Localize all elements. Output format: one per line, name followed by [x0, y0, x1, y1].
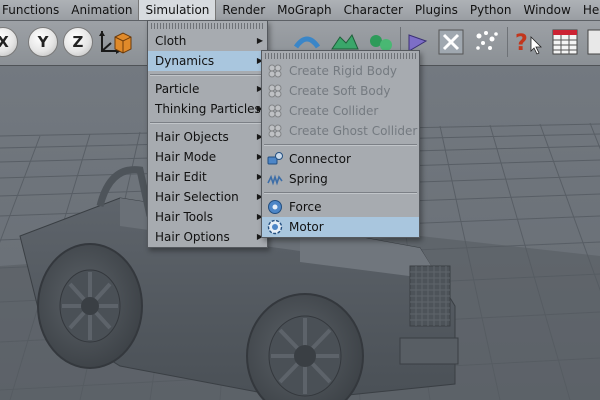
svg-text:?: ? [515, 31, 528, 56]
menu-item-label: Cloth [155, 34, 187, 48]
menu-item-thinking-particles[interactable]: Thinking Particles ▶ [148, 99, 267, 119]
menu-item-motor[interactable]: Motor [262, 217, 419, 237]
cube-icon[interactable] [112, 27, 134, 57]
menu-item-label: Thinking Particles [155, 102, 261, 116]
menu-item-connector[interactable]: Connector [262, 149, 419, 169]
menu-item-create-collider[interactable]: Create Collider [262, 101, 419, 121]
spring-icon [267, 174, 283, 186]
menu-item-label: Spring [289, 172, 328, 186]
dynamics-submenu: Create Rigid Body Create Soft Body Creat… [261, 50, 420, 238]
menu-window[interactable]: Window [518, 0, 577, 20]
menu-item-create-rigid-body[interactable]: Create Rigid Body [262, 61, 419, 81]
connector-icon [267, 152, 283, 165]
menu-item-hair-edit[interactable]: Hair Edit ▶ [148, 167, 267, 187]
menu-separator [264, 144, 417, 146]
menu-item-label: Hair Tools [155, 210, 214, 224]
menu-item-label: Create Collider [289, 104, 379, 118]
menu-item-label: Hair Options [155, 230, 230, 244]
menu-item-label: Particle [155, 82, 200, 96]
menu-item-create-ghost-collider[interactable]: Create Ghost Collider [262, 121, 419, 141]
menu-item-label: Create Soft Body [289, 84, 391, 98]
wheel-front [37, 243, 143, 369]
soft-body-icon [268, 84, 282, 98]
menu-item-hair-selection[interactable]: Hair Selection ▶ [148, 187, 267, 207]
menu-animation[interactable]: Animation [65, 0, 138, 20]
menu-bar: Functions Animation Simulation Render Mo… [0, 0, 600, 21]
submenu-arrow-icon: ▶ [256, 36, 263, 45]
menu-item-hair-options[interactable]: Hair Options ▶ [148, 227, 267, 247]
help-query-icon[interactable]: ? [512, 27, 542, 57]
menu-separator [264, 192, 417, 194]
rigid-body-icon [268, 64, 282, 78]
motor-icon [267, 219, 283, 235]
menu-item-spring[interactable]: Spring [262, 169, 419, 189]
menu-item-dynamics[interactable]: Dynamics ▶ [148, 51, 267, 71]
menu-item-label: Hair Objects [155, 130, 229, 144]
spreadsheet-icon[interactable] [550, 27, 580, 57]
menu-item-create-soft-body[interactable]: Create Soft Body [262, 81, 419, 101]
menu-render[interactable]: Render [216, 0, 271, 20]
menu-character[interactable]: Character [338, 0, 409, 20]
force-icon [268, 200, 282, 214]
menu-item-particle[interactable]: Particle ▶ [148, 79, 267, 99]
menu-item-hair-objects[interactable]: Hair Objects ▶ [148, 127, 267, 147]
menu-item-hair-tools[interactable]: Hair Tools ▶ [148, 207, 267, 227]
ghost-collider-icon [268, 124, 282, 138]
menu-item-label: Connector [289, 152, 351, 166]
menu-mograph[interactable]: MoGraph [271, 0, 338, 20]
menu-python[interactable]: Python [464, 0, 518, 20]
menu-item-hair-mode[interactable]: Hair Mode ▶ [148, 147, 267, 167]
menu-item-label: Create Ghost Collider [289, 124, 418, 138]
toolbar-divider [507, 27, 508, 57]
menu-separator [150, 74, 265, 76]
menu-item-label: Hair Mode [155, 150, 217, 164]
menu-plugins[interactable]: Plugins [409, 0, 464, 20]
menu-item-label: Motor [289, 220, 324, 234]
collider-icon [268, 104, 282, 118]
menu-separator [150, 122, 265, 124]
particle-emitter-icon[interactable] [472, 27, 502, 57]
z-axis-lock-button[interactable]: Z [63, 27, 93, 57]
menu-item-cloth[interactable]: Cloth ▶ [148, 31, 267, 51]
menu-help[interactable]: Help [577, 0, 600, 20]
window-icon[interactable] [586, 27, 600, 57]
menu-item-label: Hair Edit [155, 170, 207, 184]
menu-simulation[interactable]: Simulation [138, 0, 217, 20]
tear-off-handle[interactable] [151, 23, 264, 29]
menu-item-label: Dynamics [155, 54, 215, 68]
menu-item-label: Hair Selection [155, 190, 239, 204]
menu-item-label: Create Rigid Body [289, 64, 398, 78]
scene-expand-icon[interactable] [436, 27, 466, 57]
menu-functions[interactable]: Functions [0, 0, 65, 20]
menu-item-label: Force [289, 200, 322, 214]
x-axis-lock-button[interactable]: X [0, 27, 18, 57]
tear-off-handle[interactable] [265, 53, 416, 59]
y-axis-lock-button[interactable]: Y [28, 27, 58, 57]
simulation-menu: Cloth ▶ Dynamics ▶ Particle ▶ Thinking P… [147, 20, 268, 248]
menu-item-force[interactable]: Force [262, 197, 419, 217]
